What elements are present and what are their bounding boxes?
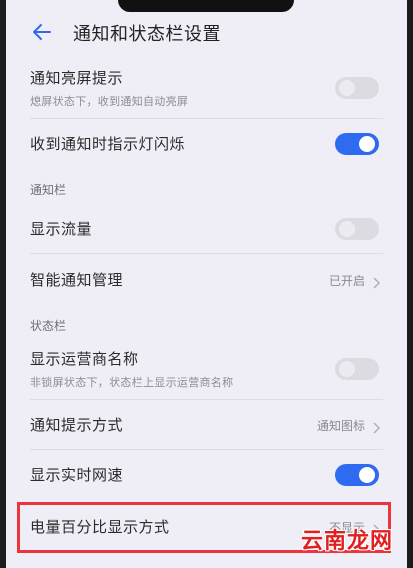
toggle-switch[interactable]	[335, 358, 379, 380]
setting-label: 显示实时网速	[30, 466, 124, 484]
setting-description: 非锁屏状态下，状态栏上显示运营商名称	[30, 376, 234, 389]
setting-label: 显示运营商名称	[30, 350, 139, 368]
toggle-switch[interactable]	[335, 133, 379, 155]
toggle-knob	[339, 361, 355, 377]
toggle-knob	[339, 221, 355, 237]
setting-show-carrier-name[interactable]: 显示运营商名称 非锁屏状态下，状态栏上显示运营商名称	[0, 343, 413, 397]
section-header-status-bar: 状态栏	[30, 319, 67, 333]
setting-label: 通知提示方式	[30, 416, 124, 434]
setting-label: 显示流量	[30, 220, 93, 238]
back-arrow-icon[interactable]	[30, 20, 54, 44]
setting-notification-style[interactable]: 通知提示方式 通知图标	[0, 401, 413, 447]
header: 通知和状态栏设置	[0, 10, 413, 54]
setting-show-data-usage[interactable]: 显示流量	[0, 205, 413, 251]
setting-label: 通知亮屏提示	[30, 69, 124, 87]
divider	[30, 253, 383, 254]
toggle-switch[interactable]	[335, 464, 379, 486]
toggle-knob	[339, 80, 355, 96]
setting-smart-notification[interactable]: 智能通知管理 已开启	[0, 256, 413, 302]
setting-indicator-blink[interactable]: 收到通知时指示灯闪烁	[0, 120, 413, 166]
toggle-knob	[359, 136, 375, 152]
toggle-knob	[359, 467, 375, 483]
chevron-right-icon	[371, 419, 381, 434]
chevron-right-icon	[371, 274, 381, 289]
divider	[30, 118, 383, 119]
section-header-notification-bar: 通知栏	[30, 183, 67, 197]
divider	[30, 399, 383, 400]
setting-notification-wake-screen[interactable]: 通知亮屏提示 熄屏状态下，收到通知自动亮屏	[0, 62, 413, 116]
setting-value: 通知图标	[316, 419, 365, 433]
setting-show-network-speed[interactable]: 显示实时网速	[0, 451, 413, 497]
setting-description: 熄屏状态下，收到通知自动亮屏	[30, 95, 189, 108]
setting-label: 智能通知管理	[30, 271, 124, 289]
toggle-switch[interactable]	[335, 77, 379, 99]
divider	[30, 449, 383, 450]
setting-value: 已开启	[328, 274, 365, 288]
toggle-switch[interactable]	[335, 218, 379, 240]
page-title: 通知和状态栏设置	[73, 24, 221, 45]
setting-label: 收到通知时指示灯闪烁	[30, 135, 186, 153]
watermark: 云南龙网	[300, 529, 393, 554]
